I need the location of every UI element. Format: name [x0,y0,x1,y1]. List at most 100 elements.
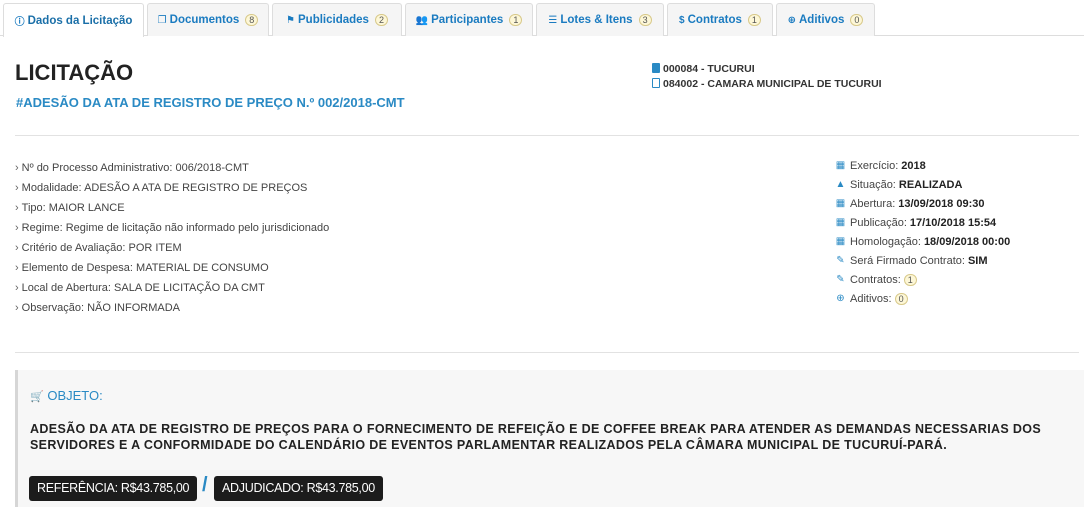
detail-value: 2018 [901,159,926,172]
calendar-icon: ▦ [835,235,846,247]
detail-value: SIM [967,254,988,267]
objeto-heading: 🛒 OBJETO: [30,388,103,403]
edit-icon: ✎ [836,273,845,285]
detail-label: Local de Abertura: [21,282,111,294]
detail-value: 13/09/2018 09:30 [898,197,985,210]
count-badge: 0 [894,292,908,305]
objeto-text: ADESÃO DA ATA DE REGISTRO DE PREÇOS PARA… [30,422,1042,452]
detail-contratos[interactable]: ✎ Contratos: 1 [835,270,1010,289]
calendar-icon: ▦ [835,197,846,209]
detail-value: POR ITEM [128,242,182,254]
detail-label: Contratos: [850,273,901,286]
value-separator: / [202,474,208,496]
detail-label: Elemento de Despesa: [21,262,133,274]
tab-badge: 0 [850,14,864,26]
detail-processo: › Nº do Processo Administrativo: 006/2018… [15,160,329,180]
users-icon: 👥 [415,14,429,26]
detail-value: ADESÃO A ATA DE REGISTRO DE PREÇOS [84,182,308,194]
tab-lotes-itens[interactable]: ☰ Lotes & Itens 3 [536,3,664,36]
plus-circle-icon: ⊕ [787,14,796,26]
entity-label: 000084 - TUCURUI [663,63,755,75]
detail-label: Regime: [21,222,63,234]
tab-badge: 3 [638,14,652,26]
dollar-icon: $ [679,14,685,26]
info-icon: ⓘ [14,17,25,28]
tab-label: Participantes [431,14,504,26]
divider [15,352,1079,353]
detail-homologacao: ▦ Homologação: 18/09/2018 00:00 [835,232,1010,251]
page-subtitle: #ADESÃO DA ATA DE REGISTRO DE PREÇO N.º … [16,95,405,110]
building-icon [652,63,660,73]
detail-elemento: › Elemento de Despesa: MATERIAL DE CONSUM… [15,260,329,280]
cart-icon: 🛒 [30,391,44,403]
list-icon: ☰ [548,14,558,26]
chevron-right-icon: › [15,242,19,254]
tab-dados-da-licitacao[interactable]: ⓘ Dados da Licitação [3,3,144,37]
flag-icon: ⚑ [286,14,295,26]
calendar-icon: ▦ [835,159,846,171]
adjudicado-badge: ADJUDICADO: R$43.785,00 [214,476,383,501]
detail-modalidade: › Modalidade: ADESÃO A ATA DE REGISTRO DE… [15,180,329,200]
detail-situacao: ▲ Situação: REALIZADA [835,175,1010,194]
chevron-right-icon: › [15,222,19,234]
plus-circle-icon: ⊕ [836,292,845,304]
detail-value: 006/2018-CMT [175,162,249,174]
tab-badge: 1 [509,14,523,26]
detail-value: 17/10/2018 15:54 [909,216,997,229]
tab-aditivos[interactable]: ⊕ Aditivos 0 [776,3,875,36]
details-left: › Nº do Processo Administrativo: 006/2018… [15,160,329,320]
details-right: ▦ Exercício: 2018 ▲ Situação: REALIZADA ▦ Abe… [835,156,1010,308]
entity-orgao: 084002 - CAMARA MUNICIPAL DE TUCURUI [652,78,882,90]
tab-bar: ⓘ Dados da Licitação ❐ Documentos 8 ⚑ Pu… [0,0,1084,37]
detail-criterio: › Critério de Avaliação: POR ITEM [15,240,329,260]
calendar-icon: ▦ [835,216,846,228]
detail-publicacao: ▦ Publicação: 17/10/2018 15:54 [835,213,1010,232]
detail-value: 18/09/2018 00:00 [923,235,1011,248]
tab-contratos[interactable]: $ Contratos 1 [667,3,773,36]
tab-label: Contratos [687,14,742,26]
count-badge: 1 [903,273,917,286]
objeto-label: OBJETO: [47,388,103,403]
chevron-right-icon: › [15,262,19,274]
detail-firmado-contrato: ✎ Será Firmado Contrato: SIM [835,251,1010,270]
warning-icon: ▲ [835,178,846,190]
detail-label: Aditivos: [850,292,892,305]
referencia-badge: REFERÊNCIA: R$43.785,00 [29,476,198,501]
detail-label: Será Firmado Contrato: [850,254,965,267]
detail-tipo: › Tipo: MAIOR LANCE [15,200,329,220]
detail-aditivos[interactable]: ⊕ Aditivos: 0 [835,289,1010,308]
detail-value: MATERIAL DE CONSUMO [136,262,269,274]
detail-label: Publicação: [850,216,907,229]
detail-value: REALIZADA [898,178,963,191]
tab-label: Documentos [169,14,240,26]
tab-label: Dados da Licitação [27,14,133,27]
entity-label: 084002 - CAMARA MUNICIPAL DE TUCURUI [663,78,882,90]
tab-label: Lotes & Itens [560,14,633,26]
detail-label: Homologação: [850,235,921,248]
detail-abertura: ▦ Abertura: 13/09/2018 09:30 [835,194,1010,213]
detail-label: Nº do Processo Administrativo: [21,162,173,174]
detail-label: Critério de Avaliação: [21,242,126,254]
chevron-right-icon: › [15,162,19,174]
chevron-right-icon: › [15,202,19,214]
detail-local: › Local de Abertura: SALA DE LICITAÇÃO DA… [15,280,329,300]
chevron-right-icon: › [15,302,19,314]
tab-badge: 1 [747,14,761,26]
tab-badge: 8 [245,14,259,26]
detail-value: Regime de licitação não informado pelo j… [65,222,330,234]
chevron-right-icon: › [15,282,19,294]
detail-label: Abertura: [850,197,896,210]
edit-icon: ✎ [836,254,845,266]
documents-icon: ❐ [157,14,167,26]
tab-publicidades[interactable]: ⚑ Publicidades 2 [272,3,402,36]
page-title: LICITAÇÃO [15,60,134,85]
entity-municipio: 000084 - TUCURUI [652,63,755,75]
detail-regime: › Regime: Regime de licitação não informa… [15,220,329,240]
detail-label: Exercício: [850,159,899,172]
detail-value: NÃO INFORMADA [87,302,181,314]
tab-documentos[interactable]: ❐ Documentos 8 [147,3,269,36]
detail-label: Observação: [21,302,85,314]
tab-participantes[interactable]: 👥 Participantes 1 [405,3,533,36]
detail-label: Situação: [850,178,896,191]
building-outline-icon [652,78,660,88]
